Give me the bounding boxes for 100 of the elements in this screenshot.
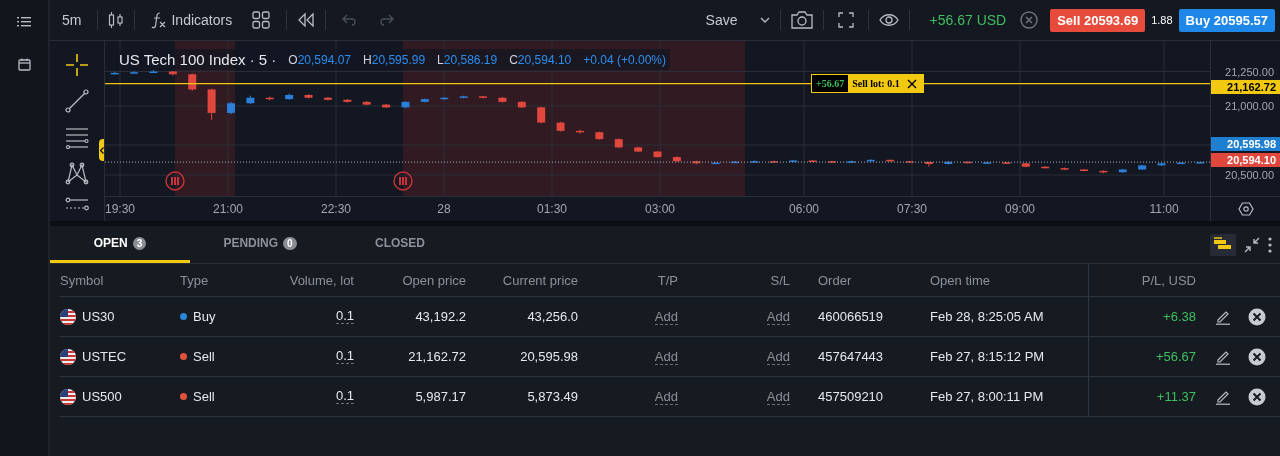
candle bbox=[692, 160, 701, 165]
trend-line-icon[interactable] bbox=[65, 89, 89, 113]
rewind-icon[interactable] bbox=[297, 12, 316, 28]
add-stop-loss-link[interactable]: Add bbox=[766, 388, 790, 405]
candle bbox=[595, 131, 604, 141]
candle bbox=[944, 160, 953, 166]
column-header: Order bbox=[818, 272, 852, 288]
candle bbox=[401, 100, 410, 109]
layers-button[interactable] bbox=[1210, 233, 1236, 256]
symbol-name: US30 bbox=[82, 309, 115, 324]
column-header: Symbol bbox=[60, 272, 104, 288]
eye-icon[interactable] bbox=[878, 13, 899, 27]
calendar-icon[interactable] bbox=[17, 58, 31, 71]
count-badge: 0 bbox=[283, 236, 297, 250]
candle bbox=[1176, 161, 1185, 165]
candle bbox=[1118, 168, 1127, 174]
save-button[interactable]: Save bbox=[699, 8, 744, 32]
ohlc-value: O20,594.07 bbox=[288, 52, 352, 67]
fullscreen-icon[interactable] bbox=[837, 12, 854, 28]
symbol-name: USTEC bbox=[82, 349, 127, 364]
profit-value: +6.38 bbox=[1163, 309, 1196, 324]
candle bbox=[575, 128, 584, 135]
time-label: 22:30 bbox=[321, 202, 351, 216]
candle bbox=[246, 95, 255, 105]
menu-icon[interactable] bbox=[17, 16, 31, 28]
time-label: 09:00 bbox=[1005, 202, 1035, 216]
close-icon bbox=[1248, 307, 1266, 326]
candle bbox=[556, 121, 565, 133]
candle bbox=[110, 71, 119, 75]
positions-tab[interactable]: OPEN 3 bbox=[50, 226, 190, 263]
candle bbox=[827, 160, 836, 164]
column-header: S/L bbox=[770, 272, 790, 288]
price-tag: 20,595.98 bbox=[1211, 137, 1280, 151]
profit-value: +11.37 bbox=[1156, 389, 1196, 404]
add-stop-loss-link[interactable]: Add bbox=[766, 348, 790, 365]
close-all-icon[interactable] bbox=[1020, 11, 1039, 29]
order-profit: +56.67 bbox=[812, 75, 849, 92]
positions-tab[interactable]: CLOSED bbox=[330, 226, 470, 263]
more-icon[interactable] bbox=[1268, 236, 1272, 253]
column-header: Open time bbox=[930, 272, 990, 288]
collapse-icon[interactable] bbox=[1244, 236, 1260, 253]
open-price: 5,987.17 bbox=[415, 389, 466, 404]
add-stop-loss-link[interactable]: Add bbox=[766, 308, 790, 325]
time-label: 03:00 bbox=[645, 202, 675, 216]
time-label: 06:00 bbox=[789, 202, 819, 216]
close-icon[interactable] bbox=[905, 77, 918, 90]
candle bbox=[963, 160, 972, 164]
volume-value[interactable]: 0.1 bbox=[335, 389, 354, 404]
time-label: 07:30 bbox=[897, 202, 927, 216]
chevron-down-icon[interactable] bbox=[759, 17, 770, 23]
positions-tab[interactable]: PENDING 0 bbox=[190, 226, 330, 263]
close-position-button[interactable] bbox=[1248, 347, 1266, 366]
timeframe-button[interactable]: 5m bbox=[56, 8, 88, 32]
column-header: Current price bbox=[502, 272, 578, 288]
candle bbox=[227, 101, 235, 115]
pause-icon bbox=[393, 171, 413, 191]
crosshair-icon[interactable] bbox=[65, 53, 89, 77]
pattern-icon[interactable] bbox=[65, 161, 89, 185]
buy-button[interactable]: Buy 20595.57 bbox=[1178, 8, 1275, 32]
candle bbox=[750, 159, 759, 163]
price-label: 21,000.00 bbox=[1225, 100, 1274, 112]
candle bbox=[789, 159, 798, 163]
candle bbox=[1041, 165, 1050, 170]
flag-icon bbox=[60, 348, 76, 365]
symbol-title: US Tech 100 Index · 5 · bbox=[119, 51, 277, 68]
order-number: 457509210 bbox=[818, 389, 884, 404]
column-header: T/P bbox=[657, 272, 678, 288]
candle bbox=[769, 160, 778, 163]
candle bbox=[265, 96, 274, 101]
candle bbox=[905, 160, 914, 164]
flag-icon bbox=[60, 388, 76, 405]
candle bbox=[1157, 162, 1166, 167]
layout-grid-icon[interactable] bbox=[252, 11, 271, 29]
candle bbox=[188, 73, 197, 92]
time-label: 01:30 bbox=[537, 202, 567, 216]
close-position-button[interactable] bbox=[1248, 307, 1266, 326]
candle bbox=[1099, 169, 1108, 174]
volume-value[interactable]: 0.1 bbox=[335, 309, 354, 324]
settings-icon[interactable] bbox=[1237, 201, 1254, 217]
candles-icon[interactable] bbox=[108, 11, 125, 29]
add-take-profit-link[interactable]: Add bbox=[654, 388, 678, 405]
current-price: 43,256.0 bbox=[527, 309, 578, 324]
candle bbox=[847, 160, 856, 164]
volume-value[interactable]: 0.1 bbox=[335, 349, 354, 364]
candle bbox=[362, 100, 371, 106]
time-label: 19:30 bbox=[105, 202, 135, 216]
candle bbox=[304, 93, 313, 99]
sell-button[interactable]: Sell 20593.69 bbox=[1050, 8, 1146, 32]
add-take-profit-link[interactable]: Add bbox=[654, 348, 678, 365]
side-label: Buy bbox=[193, 309, 216, 324]
camera-icon[interactable] bbox=[790, 11, 813, 29]
candle bbox=[653, 150, 662, 159]
add-take-profit-link[interactable]: Add bbox=[654, 308, 678, 325]
close-position-button[interactable] bbox=[1248, 387, 1266, 406]
indicators-button[interactable]: Indicators bbox=[145, 7, 239, 33]
candle bbox=[323, 96, 332, 101]
ruler-icon[interactable] bbox=[65, 197, 89, 211]
horizontal-lines-icon[interactable] bbox=[65, 125, 89, 149]
order-badge[interactable]: +56.67 Sell lot: 0.1 bbox=[811, 74, 924, 93]
ohlc-value: L20,586.19 bbox=[437, 52, 498, 67]
